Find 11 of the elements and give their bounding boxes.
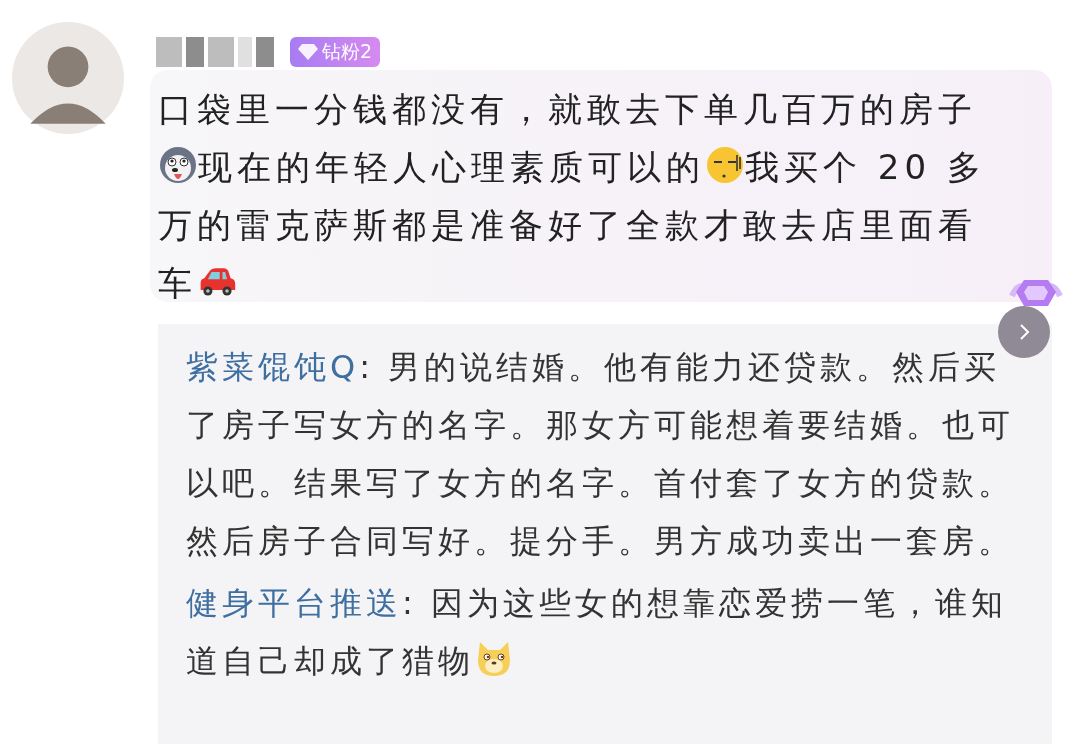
reply-author-link[interactable]: 健身平台推送	[186, 584, 402, 622]
sleepy-face-emoji-icon	[705, 145, 745, 185]
reply-text: 紫菜馄饨Q: 男的说结婚。他有能力还贷款。然后买了房子写女方的名字。那女方可能想着要结婚。也可以吧。结果写了女方的名字。首付套了女方的贷款。然后房子合同写好。提分手。男方成功卖出一套房。	[186, 347, 1015, 562]
avatar[interactable]	[12, 22, 124, 134]
next-button[interactable]	[998, 306, 1050, 358]
reply-text: 健身平台推送: 因为这些女的想靠恋爱捞一笔，谁知道自己却成了猎物	[186, 583, 1008, 682]
fan-level-badge: 钻粉2	[290, 37, 381, 67]
husky-emoji-icon	[158, 145, 198, 185]
reply-author-link[interactable]: 紫菜馄饨Q	[186, 348, 360, 386]
diamond-icon	[298, 43, 318, 61]
comment-text: 口袋里一分钱都没有，就敢去下单几百万的房子 现在的年轻人心理素质可以的 我买个 20 多万的雷克萨斯都是准备好了全款才敢去店里面看车	[158, 88, 987, 305]
